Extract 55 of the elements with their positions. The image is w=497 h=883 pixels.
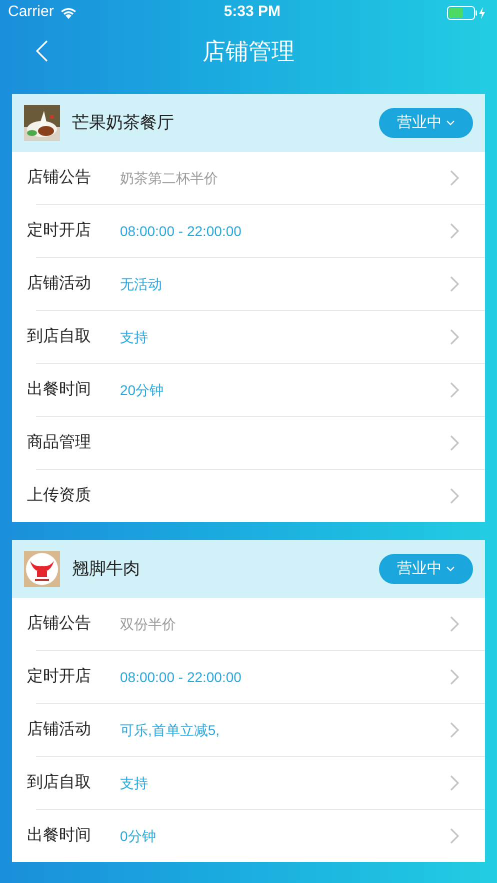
settings-row[interactable]: 上传资质	[12, 470, 485, 522]
settings-row[interactable]: 定时开店 08:00:00 - 22:00:00	[12, 651, 485, 703]
carrier-label: Carrier	[8, 2, 54, 22]
settings-row[interactable]: 出餐时间 0分钟	[12, 810, 485, 862]
back-icon	[36, 40, 48, 62]
row-label: 店铺公告	[27, 614, 92, 634]
settings-row[interactable]: 店铺公告 奶茶第二杯半价	[12, 152, 485, 204]
chevron-right-icon	[450, 775, 459, 791]
row-value: 可乐,首单立减5,	[120, 720, 220, 740]
row-label: 店铺活动	[27, 274, 92, 294]
row-label: 店铺活动	[27, 720, 92, 740]
row-value: 08:00:00 - 22:00:00	[120, 222, 242, 240]
chevron-right-icon	[450, 616, 459, 632]
settings-row[interactable]: 店铺公告 双份半价	[12, 598, 485, 650]
page-title: 店铺管理	[202, 36, 294, 66]
row-label: 定时开店	[27, 220, 92, 241]
settings-row[interactable]: 定时开店 08:00:00 - 22:00:00	[12, 205, 485, 257]
settings-row[interactable]: 到店自取 支持	[12, 311, 485, 363]
row-value: 20分钟	[120, 380, 164, 400]
row-label: 出餐时间	[27, 826, 92, 846]
chevron-right-icon	[450, 722, 459, 738]
chevron-right-icon	[450, 276, 459, 292]
settings-row[interactable]: 店铺活动 无活动	[12, 258, 485, 310]
row-label: 定时开店	[27, 666, 92, 687]
shop-name: 芒果奶茶餐厅	[72, 112, 174, 134]
row-label: 到店自取	[27, 326, 92, 347]
wifi-icon	[60, 6, 77, 18]
chevron-right-icon	[450, 828, 459, 844]
row-label: 到店自取	[27, 772, 92, 793]
clock: 5:33 PM	[224, 2, 281, 22]
settings-row[interactable]: 到店自取 支持	[12, 757, 485, 809]
row-value: 双份半价	[120, 614, 176, 634]
settings-row[interactable]: 商品管理	[12, 417, 485, 469]
row-label: 店铺公告	[27, 168, 92, 188]
chevron-right-icon	[450, 170, 459, 186]
row-label: 出餐时间	[27, 380, 92, 400]
chevron-right-icon	[450, 488, 459, 504]
row-label: 商品管理	[27, 432, 92, 453]
chevron-down-icon	[446, 120, 455, 126]
chevron-right-icon	[450, 435, 459, 451]
row-value: 无活动	[120, 274, 162, 294]
chevron-right-icon	[450, 223, 459, 239]
chevron-right-icon	[450, 382, 459, 398]
settings-row[interactable]: 出餐时间 20分钟	[12, 364, 485, 416]
chevron-down-icon	[446, 566, 455, 572]
settings-row[interactable]: 店铺活动 可乐,首单立减5,	[12, 704, 485, 756]
row-value: 奶茶第二杯半价	[120, 168, 218, 188]
row-value: 支持	[120, 328, 148, 346]
row-value: 0分钟	[120, 826, 156, 846]
row-label: 上传资质	[27, 486, 92, 506]
row-value: 08:00:00 - 22:00:00	[120, 668, 242, 686]
shop-name: 翘脚牛肉	[72, 558, 140, 580]
chevron-right-icon	[450, 329, 459, 345]
row-value: 支持	[120, 774, 148, 792]
chevron-right-icon	[450, 669, 459, 685]
